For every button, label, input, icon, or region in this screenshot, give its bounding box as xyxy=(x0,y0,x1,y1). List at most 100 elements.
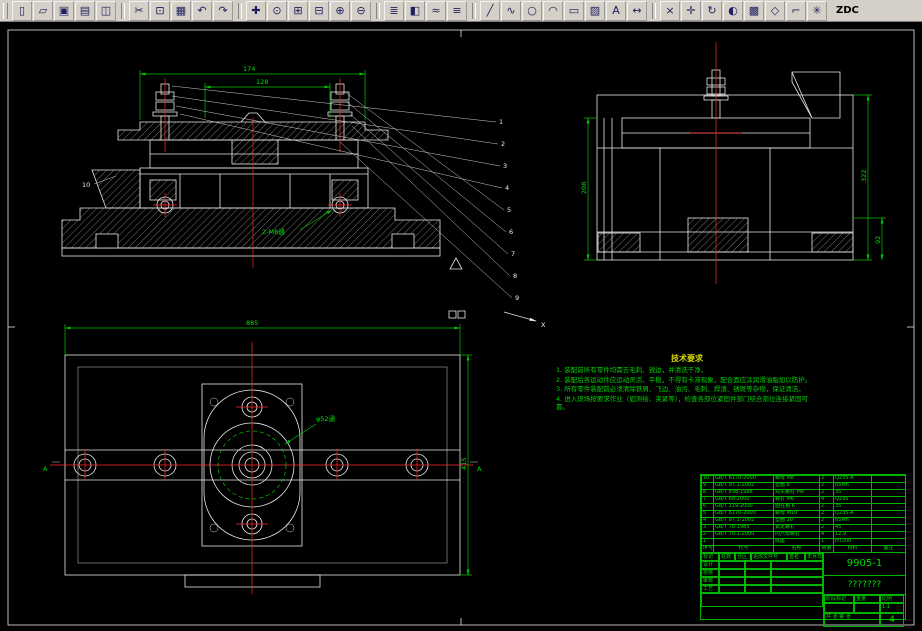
note-line: 1. 装配前所有零件均需去毛刺、锐边，并清洗干净。 xyxy=(556,366,708,374)
tb-role: 工艺 xyxy=(701,585,719,593)
axis-x-label: X xyxy=(541,321,546,329)
notes-title: 技术要求 xyxy=(671,354,703,363)
ucs-icon[interactable]: ⌐ xyxy=(786,0,806,21)
osnap-icon[interactable]: ◇ xyxy=(765,0,785,21)
main-toolbar: ▯ ▱ ▣ ▤ ◫ ✂ ⊡ ▦ ↶ ↷ ✚ ⊙ ⊞ ⊟ ⊕ ⊖ ≣ ◧ ≈ ≡ ╱ ∿ ○ ◠ ▭ ▨ A ↔ × ✛ ↻ ◐ ▩ ◇ ⌐ ✳ ZDC xyxy=(0,0,922,22)
bom-row: 6 GB/T 119-2000 圆柱销 6 2 35 xyxy=(701,503,906,511)
pan-icon[interactable]: ✚ xyxy=(246,0,266,21)
side-dim-92: 92 xyxy=(874,236,882,244)
tb-cell: 分区 xyxy=(735,553,751,561)
layer-color-icon[interactable]: ◧ xyxy=(405,0,425,21)
layers-icon[interactable]: ≣ xyxy=(384,0,404,21)
note-line: 3. 所有零件装配前必须清除铁屑、飞边、油污、毛刺、焊渣、锈斑等杂物，保证清洁。 xyxy=(556,385,805,393)
misc-symbols: X xyxy=(448,257,546,329)
tb-blank xyxy=(745,569,771,577)
toolbar-separator xyxy=(376,2,380,19)
bom-row: 1 底座 1 HT200 xyxy=(701,538,906,546)
copy-icon[interactable]: ⊡ xyxy=(150,0,170,21)
rotate-icon[interactable]: ↻ xyxy=(702,0,722,21)
tb-weight-label: 重量 xyxy=(854,595,880,603)
redo-icon[interactable]: ↷ xyxy=(213,0,233,21)
toolbar-icons: ▯ ▱ ▣ ▤ ◫ ✂ ⊡ ▦ ↶ ↷ ✚ ⊙ ⊞ ⊟ ⊕ ⊖ ≣ ◧ ≈ ≡ ╱ ∿ ○ ◠ ▭ ▨ A ↔ × ✛ ↻ ◐ ▩ ◇ ⌐ ✳ xyxy=(12,0,828,21)
tb-sheet-no: 4 xyxy=(880,613,904,627)
redraw-icon[interactable]: ✳ xyxy=(807,0,827,21)
tb-blank xyxy=(719,569,745,577)
bom-row: 9 GB/T 97.1-2002 垫圈 8 2 65Mn xyxy=(701,482,906,490)
note-line: 4. 进入现场按要求作业（如测绘、夹紧等），检查各部位紧固件部门结合部位连接紧固… xyxy=(556,394,809,412)
mirror-icon[interactable]: ◐ xyxy=(723,0,743,21)
drawing-area[interactable]: 174 128 2-M8通 10 1 2 3 4 5 6 7 8 9 322 9… xyxy=(0,22,922,631)
technical-notes: 技术要求 1. 装配前所有零件均需去毛刺、锐边，并清洗干净。 2. 装配后各运动… xyxy=(556,353,818,413)
rectangle-icon[interactable]: ▭ xyxy=(564,0,584,21)
side-view[interactable] xyxy=(596,69,854,261)
tb-cell: 年月日 xyxy=(805,553,823,561)
linetype-icon[interactable]: ≈ xyxy=(426,0,446,21)
balloon-7: 7 xyxy=(511,250,515,258)
bom-row: 4 GB/T 97.1-2002 垫圈 10 2 65Mn xyxy=(701,517,906,525)
toolbar-grip[interactable] xyxy=(3,2,8,19)
properties-icon[interactable]: ≡ xyxy=(447,0,467,21)
bom-header: 序号 代号 名称 数量 材料 备注 xyxy=(701,545,906,553)
tb-blank xyxy=(719,585,745,593)
erase-icon[interactable]: × xyxy=(660,0,680,21)
new-icon[interactable]: ▯ xyxy=(12,0,32,21)
section-label-a-left: A xyxy=(43,465,48,473)
zoom-out-icon[interactable]: ⊖ xyxy=(351,0,371,21)
bom-row: 10 GB/T 6170-2000 螺母 M8 2 Q235-A xyxy=(701,475,906,483)
balloon-4: 4 xyxy=(505,184,509,192)
circle-icon[interactable]: ○ xyxy=(522,0,542,21)
arc-icon[interactable]: ◠ xyxy=(543,0,563,21)
balloon-3: 3 xyxy=(503,162,507,170)
open-icon[interactable]: ▱ xyxy=(33,0,53,21)
part-name: ??????? xyxy=(824,576,905,595)
tb-blank xyxy=(824,603,854,613)
tb-blank xyxy=(701,593,823,607)
tb-blank xyxy=(771,569,823,577)
zoom-window-icon[interactable]: ⊞ xyxy=(288,0,308,21)
toolbar-separator xyxy=(652,2,656,19)
undo-icon[interactable]: ↶ xyxy=(192,0,212,21)
front-view[interactable] xyxy=(61,83,441,257)
plan-dim-885: 885 xyxy=(246,319,258,327)
plan-dim-415: 415 xyxy=(460,458,468,470)
toolbar-zdc-label: ZDC xyxy=(836,5,859,16)
bom-row: 7 GB/T 68-2000 螺钉 M6 4 Q235 xyxy=(701,496,906,504)
tb-blank xyxy=(854,603,880,613)
tb-cell: 处数 xyxy=(719,553,735,561)
bom-table: 10 GB/T 6170-2000 螺母 M8 2 Q235-A 9 GB/T 97.1-2… xyxy=(701,475,906,553)
tb-blank xyxy=(745,585,771,593)
zoom-in-icon[interactable]: ⊕ xyxy=(330,0,350,21)
paste-icon[interactable]: ▦ xyxy=(171,0,191,21)
save-icon[interactable]: ▣ xyxy=(54,0,74,21)
cut-icon[interactable]: ✂ xyxy=(129,0,149,21)
text-icon[interactable]: A xyxy=(606,0,626,21)
preview-icon[interactable]: ◫ xyxy=(96,0,116,21)
hatch-icon[interactable]: ▨ xyxy=(585,0,605,21)
array-icon[interactable]: ▩ xyxy=(744,0,764,21)
zoom-previous-icon[interactable]: ⊟ xyxy=(309,0,329,21)
zoom-realtime-icon[interactable]: ⊙ xyxy=(267,0,287,21)
balloon-5: 5 xyxy=(507,206,511,214)
drawing-number: 9905-1 xyxy=(824,553,905,576)
front-thread-note: 2-M8通 xyxy=(262,227,285,236)
front-label-10: 10 xyxy=(82,181,90,189)
move-icon[interactable]: ✛ xyxy=(681,0,701,21)
plan-bore-note: φ52通 xyxy=(316,414,336,423)
plan-view[interactable] xyxy=(64,354,461,588)
tb-blank xyxy=(745,577,771,585)
note-line: 2. 装配后各运动件应运动灵活、平稳，不得有卡滞现象，配合面应涂润滑油脂加以防护… xyxy=(556,375,812,384)
print-icon[interactable]: ▤ xyxy=(75,0,95,21)
polyline-icon[interactable]: ∿ xyxy=(501,0,521,21)
tb-blank xyxy=(745,561,771,569)
front-dim-128: 128 xyxy=(256,78,268,86)
bom-row: 2 GB/T 70.1-2000 内六角螺钉 4 12.9 xyxy=(701,531,906,539)
bom-row: 5 GB/T 6170-2000 螺母 M10 2 Q235-A xyxy=(701,510,906,518)
tb-sheet-note: 共 张 第 张 xyxy=(824,613,880,627)
tb-blank xyxy=(771,561,823,569)
tb-blank xyxy=(771,585,823,593)
tb-role: 审核 xyxy=(701,577,719,585)
tb-scale-label: 比例 xyxy=(880,595,904,603)
line-icon[interactable]: ╱ xyxy=(480,0,500,21)
dimension-icon[interactable]: ↔ xyxy=(627,0,647,21)
tb-stage-label: 阶段标记 xyxy=(824,595,854,603)
